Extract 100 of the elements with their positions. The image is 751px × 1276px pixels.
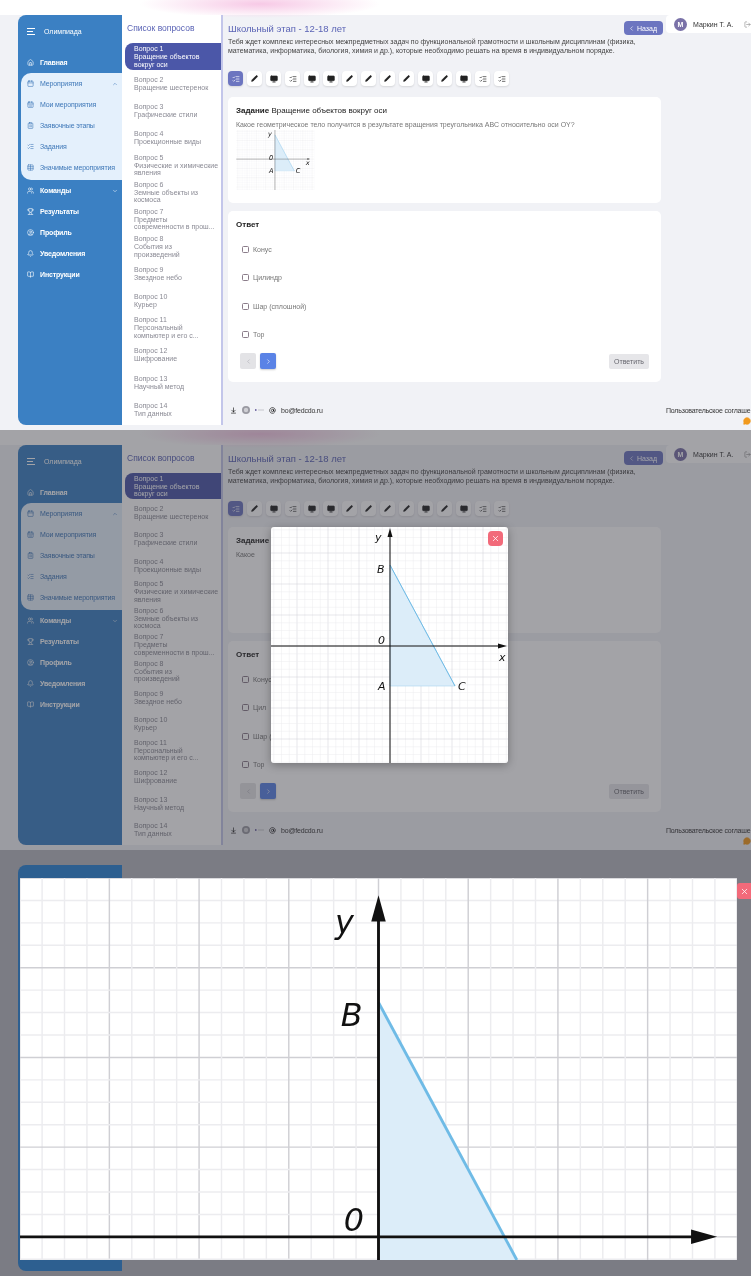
panel-title: Список вопросов [126, 22, 196, 35]
monitor-icon [269, 74, 278, 83]
tool-button[interactable] [399, 71, 414, 86]
y-axis [274, 130, 276, 190]
monitor-icon [421, 504, 430, 513]
task-heading: Задание [236, 536, 270, 545]
close-icon [491, 534, 500, 543]
user-icon [27, 229, 34, 236]
book-icon [27, 701, 34, 708]
close-button[interactable] [737, 883, 751, 899]
chevron-icon [244, 357, 252, 365]
download-icon[interactable] [230, 406, 237, 414]
tool-button[interactable] [266, 501, 281, 516]
checkbox[interactable] [242, 675, 249, 683]
monitor-icon [459, 74, 468, 83]
email-icon [269, 406, 276, 414]
monitor-icon [269, 504, 278, 513]
home-icon [27, 489, 34, 496]
pen-icon [441, 75, 448, 82]
tool-button[interactable] [342, 71, 357, 86]
checkbox[interactable] [242, 761, 249, 769]
pen-icon [384, 75, 391, 82]
vertex-label: B [377, 563, 385, 576]
pen-icon [403, 505, 410, 512]
close-icon [739, 886, 749, 896]
chevron-icon [627, 24, 635, 32]
axis-label: y [335, 903, 354, 941]
pen-icon [365, 75, 372, 82]
table-icon [27, 594, 34, 601]
checklist-icon [497, 504, 506, 513]
users-icon [27, 617, 34, 624]
vertex-label: C [458, 680, 466, 693]
tool-button[interactable] [437, 71, 452, 86]
checklist-icon [497, 74, 506, 83]
checkbox[interactable] [242, 245, 249, 253]
tool-button[interactable] [266, 71, 281, 86]
tool-button[interactable] [323, 71, 338, 86]
monitor-icon [421, 74, 430, 83]
tool-button[interactable] [418, 501, 433, 516]
chat-icon[interactable] [743, 417, 751, 425]
checkbox[interactable] [242, 732, 249, 740]
chevron-icon [264, 787, 272, 795]
task-title: Вращение объектов вокруг оси [271, 106, 387, 115]
clipboard-icon [27, 552, 34, 559]
monitor-icon [326, 74, 335, 83]
tool-button[interactable] [304, 71, 319, 86]
origin-label: 0 [343, 1201, 365, 1240]
checklist-icon [27, 143, 34, 150]
tool-button[interactable] [456, 71, 471, 86]
book-icon [27, 271, 34, 278]
round-logo-icon[interactable] [242, 826, 250, 834]
pen-icon [346, 505, 353, 512]
table-icon [27, 164, 34, 171]
pen-icon [346, 75, 353, 82]
stage-title: Школьный этап - 12-18 лет [228, 452, 347, 464]
pen-icon [251, 505, 258, 512]
menu-icon[interactable] [27, 27, 35, 35]
trophy-icon [27, 638, 34, 645]
checkbox[interactable] [242, 331, 249, 339]
tool-button[interactable] [418, 71, 433, 86]
tool-button[interactable] [456, 501, 471, 516]
next-button[interactable] [260, 353, 276, 369]
chevron-icon [627, 454, 635, 462]
tool-button[interactable] [247, 71, 262, 86]
checklist-icon [478, 504, 487, 513]
calendar-icon [27, 510, 34, 517]
answer-heading: Ответ [236, 650, 260, 659]
tool-button[interactable] [361, 71, 376, 86]
tool-button[interactable] [323, 501, 338, 516]
tool-button[interactable] [304, 501, 319, 516]
pen-icon [365, 505, 372, 512]
menu-icon[interactable] [27, 457, 35, 465]
checklist-icon [288, 74, 297, 83]
monitor-icon [459, 504, 468, 513]
users-icon [27, 187, 34, 194]
checklist-icon [288, 504, 297, 513]
email-icon [269, 826, 276, 834]
monitor-icon [307, 504, 316, 513]
checkbox[interactable] [242, 704, 249, 712]
checklist-icon [478, 74, 487, 83]
panel-title: Список вопросов [126, 452, 196, 465]
task-heading: Задание [236, 106, 270, 115]
calendar-icon [27, 101, 34, 108]
vertex-label: B [340, 995, 363, 1034]
tool-button[interactable] [380, 71, 395, 86]
trophy-icon [27, 208, 34, 215]
origin-label: 0 [378, 634, 385, 647]
stage-title: Школьный этап - 12-18 лет [228, 22, 347, 34]
monitor-icon [307, 74, 316, 83]
chevron-icon [264, 357, 272, 365]
bell-icon [27, 250, 34, 257]
bell-icon [27, 680, 34, 687]
answer-heading: Ответ [236, 220, 260, 229]
home-icon [27, 59, 34, 66]
checkbox[interactable] [242, 274, 249, 282]
close-button[interactable] [488, 531, 503, 546]
round-logo-icon[interactable] [242, 406, 250, 414]
pen-icon [384, 505, 391, 512]
checkbox[interactable] [242, 302, 249, 310]
download-icon[interactable] [230, 826, 237, 834]
